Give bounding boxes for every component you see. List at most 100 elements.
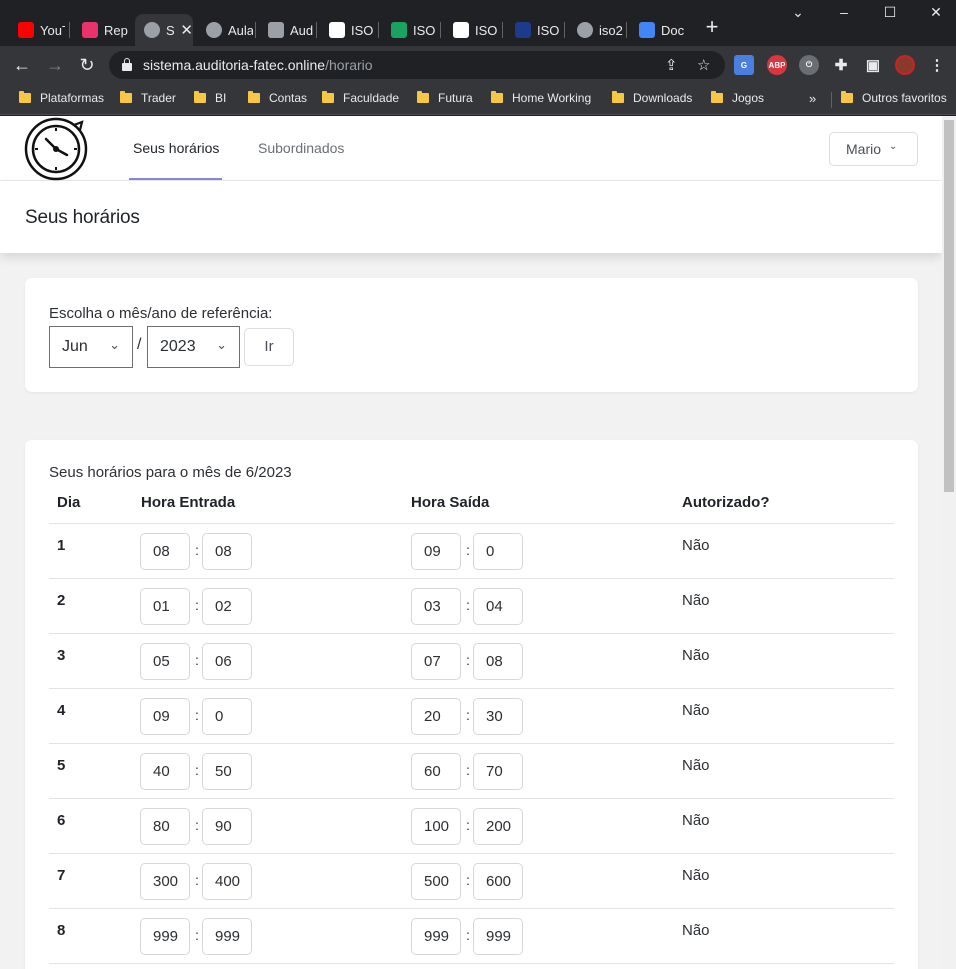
exit-hour-input[interactable]: 60 (411, 753, 461, 790)
bookmark-folder[interactable]: Home Working (491, 91, 591, 105)
entry-hour-input[interactable]: 08 (140, 533, 190, 570)
entry-minute-input[interactable]: 400 (202, 863, 252, 900)
exit-minute-input[interactable]: 999 (473, 918, 523, 955)
entry-minute-input[interactable]: 02 (202, 588, 252, 625)
tab-subordinados[interactable]: Subordinados (258, 140, 344, 156)
bookmark-folder[interactable]: Plataformas (19, 91, 104, 105)
tab-title: Doc (661, 22, 685, 38)
year-select[interactable]: 2023 ⌄ (147, 326, 240, 368)
exit-minute-input[interactable]: 600 (473, 863, 523, 900)
scrollbar-thumb[interactable] (944, 120, 954, 492)
browser-tab[interactable]: ISO (444, 14, 500, 46)
go-button[interactable]: Ir (244, 328, 294, 366)
avatar[interactable] (895, 55, 915, 75)
browser-tab[interactable]: Aula (197, 14, 253, 46)
folder-icon (612, 91, 624, 103)
exit-minute-input[interactable]: 0 (473, 533, 523, 570)
entry-hour-input[interactable]: 999 (140, 918, 190, 955)
exit-minute-input[interactable]: 30 (473, 698, 523, 735)
browser-tab[interactable]: ISO (320, 14, 376, 46)
exit-minute-input[interactable]: 70 (473, 753, 523, 790)
entry-minute-input[interactable]: 999 (202, 918, 252, 955)
other-bookmarks-folder[interactable]: Outros favoritos (841, 91, 947, 105)
exit-minute-input[interactable]: 04 (473, 588, 523, 625)
exit-hour-input[interactable]: 20 (411, 698, 461, 735)
entry-hour-input[interactable]: 09 (140, 698, 190, 735)
browser-tab[interactable]: ISO (506, 14, 562, 46)
share-icon[interactable]: ⇪ (665, 56, 678, 74)
tab-strip: YouTubeRepS✕AulaAudISOISOISOISOiso2Doc +… (0, 0, 956, 46)
adblock-extension-icon[interactable]: ABP (767, 55, 787, 75)
entry-hour-input[interactable]: 05 (140, 643, 190, 680)
address-bar[interactable]: sistema.auditoria-fatec.online/horario ⇪… (109, 51, 725, 79)
bookmark-star-icon[interactable]: ☆ (697, 56, 710, 74)
authorized-status: Não (682, 757, 710, 774)
bookmark-folder[interactable]: Futura (417, 91, 473, 105)
exit-minute-input[interactable]: 08 (473, 643, 523, 680)
month-select[interactable]: Jun ⌄ (49, 326, 133, 368)
minimize-button[interactable]: – (834, 4, 854, 20)
exit-hour-input[interactable]: 999 (411, 918, 461, 955)
power-extension-icon[interactable]: ⏻ (799, 55, 819, 75)
browser-tab[interactable]: YouTube (9, 14, 65, 46)
exit-hour-input[interactable]: 100 (411, 808, 461, 845)
row-divider (49, 963, 894, 964)
browser-tab[interactable]: Doc (630, 14, 690, 46)
bookmark-folder[interactable]: BI (194, 91, 226, 105)
entry-hour-input[interactable]: 80 (140, 808, 190, 845)
reload-button[interactable]: ↻ (76, 54, 98, 76)
browser-tab[interactable]: iso2 (568, 14, 624, 46)
tab-title: iso2 (599, 22, 623, 38)
user-menu-button[interactable]: Mario ⌄ (829, 132, 918, 166)
forward-button[interactable]: → (44, 54, 66, 76)
new-tab-button[interactable]: + (700, 16, 724, 40)
exit-minute-input[interactable]: 200 (473, 808, 523, 845)
bookmark-folder[interactable]: Contas (248, 91, 307, 105)
bookmark-folder[interactable]: Faculdade (322, 91, 399, 105)
chevron-down-icon: ⌄ (216, 337, 227, 352)
entry-hour-input[interactable]: 300 (140, 863, 190, 900)
day-number: 2 (57, 592, 66, 609)
entry-minute-input[interactable]: 06 (202, 643, 252, 680)
tab-separator (502, 22, 503, 38)
back-button[interactable]: ← (11, 54, 33, 76)
close-window-button[interactable]: ✕ (926, 4, 946, 21)
zs-icon (515, 22, 531, 38)
tab-search-icon[interactable]: ⌄ (788, 4, 808, 21)
exit-hour-input[interactable]: 07 (411, 643, 461, 680)
translate-extension-icon[interactable]: G (734, 55, 754, 75)
maximize-button[interactable]: ☐ (880, 4, 900, 21)
tab-separator (626, 22, 627, 38)
folder-icon (322, 91, 334, 103)
wikipedia-icon (453, 22, 469, 38)
column-header-day: Dia (57, 494, 81, 511)
globe-icon (577, 22, 593, 38)
browser-tab[interactable]: ISO (382, 14, 438, 46)
tab-seus-horarios[interactable]: Seus horários (133, 140, 219, 156)
side-panel-icon[interactable]: ▣ (863, 55, 883, 75)
entry-minute-input[interactable]: 08 (202, 533, 252, 570)
entry-minute-input[interactable]: 50 (202, 753, 252, 790)
bookmarks-overflow-button[interactable]: » (809, 91, 816, 106)
tab-title: Rep (104, 22, 128, 38)
browser-tab[interactable]: Rep (73, 14, 129, 46)
exit-hour-input[interactable]: 500 (411, 863, 461, 900)
entry-hour-input[interactable]: 40 (140, 753, 190, 790)
filter-label: Escolha o mês/ano de referência: (49, 305, 273, 322)
openai-icon (268, 22, 284, 38)
exit-hour-input[interactable]: 09 (411, 533, 461, 570)
close-tab-icon[interactable]: ✕ (180, 21, 193, 39)
entry-minute-input[interactable]: 90 (202, 808, 252, 845)
page-scrollbar[interactable] (942, 116, 956, 969)
bookmark-folder[interactable]: Trader (120, 91, 176, 105)
bookmark-folder[interactable]: Jogos (711, 91, 764, 105)
month-value: Jun (62, 338, 88, 355)
browser-tab[interactable]: Aud (259, 14, 315, 46)
more-menu-icon[interactable]: ⋮ (927, 55, 947, 75)
entry-hour-input[interactable]: 01 (140, 588, 190, 625)
puzzle-extensions-icon[interactable]: ✚ (831, 55, 851, 75)
exit-hour-input[interactable]: 03 (411, 588, 461, 625)
bookmark-folder[interactable]: Downloads (612, 91, 692, 105)
browser-tab[interactable]: S ✕ (135, 14, 193, 46)
entry-minute-input[interactable]: 0 (202, 698, 252, 735)
